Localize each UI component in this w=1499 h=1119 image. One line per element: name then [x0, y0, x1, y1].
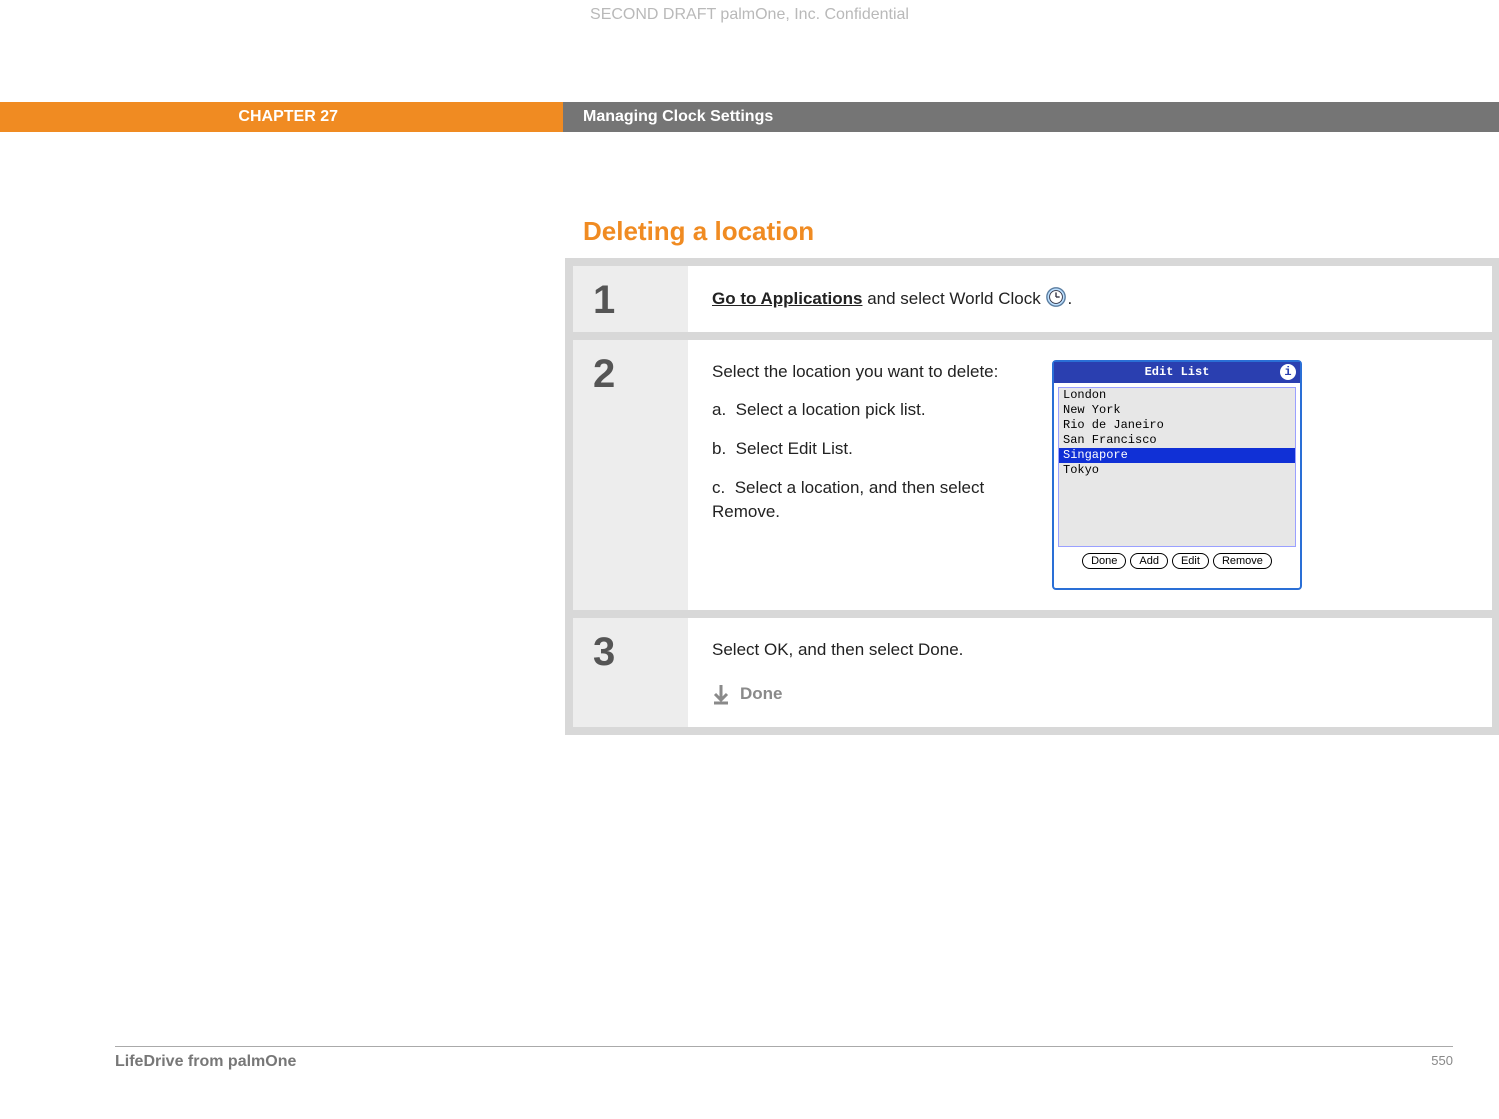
sub-b-label: b. — [712, 439, 726, 458]
step2-intro: Select the location you want to delete: — [712, 360, 1012, 385]
list-item[interactable]: San Francisco — [1059, 433, 1295, 448]
remove-button[interactable]: Remove — [1213, 553, 1272, 569]
step-number: 3 — [573, 618, 688, 727]
step-body: Select the location you want to delete: … — [688, 340, 1492, 610]
sub-c-label: c. — [712, 478, 725, 497]
done-indicator: Done — [712, 682, 1468, 707]
edit-button[interactable]: Edit — [1172, 553, 1209, 569]
list-item[interactable]: London — [1059, 388, 1295, 403]
step-row: 2 Select the location you want to delete… — [573, 340, 1492, 610]
world-clock-icon — [1045, 286, 1067, 308]
sub-c-text: Select a location, and then select Remov… — [712, 478, 984, 522]
device-list: London New York Rio de Janeiro San Franc… — [1058, 387, 1296, 547]
sub-b-text: Select Edit List. — [736, 439, 853, 458]
step1-text: and select World Clock — [862, 289, 1045, 308]
step1-period: . — [1067, 289, 1072, 308]
sub-a-label: a. — [712, 400, 726, 419]
down-arrow-icon — [712, 685, 730, 705]
info-icon[interactable]: i — [1280, 364, 1296, 380]
step-row: 1 Go to Applications and select World Cl… — [573, 266, 1492, 332]
add-button[interactable]: Add — [1130, 553, 1168, 569]
done-button[interactable]: Done — [1082, 553, 1126, 569]
list-item[interactable]: Rio de Janeiro — [1059, 418, 1295, 433]
step3-text: Select OK, and then select Done. — [712, 638, 1468, 663]
list-item[interactable]: Tokyo — [1059, 463, 1295, 478]
device-screenshot: Edit List i London New York Rio de Janei… — [1052, 360, 1302, 590]
sub-a-text: Select a location pick list. — [736, 400, 926, 419]
chapter-bar: CHAPTER 27 Managing Clock Settings — [0, 102, 1499, 132]
steps-container: 1 Go to Applications and select World Cl… — [565, 258, 1499, 735]
section-heading: Deleting a location — [583, 216, 814, 247]
chapter-title: Managing Clock Settings — [563, 102, 1499, 132]
confidential-header: SECOND DRAFT palmOne, Inc. Confidential — [0, 6, 1499, 24]
device-title: Edit List — [1145, 365, 1210, 379]
footer-product: LifeDrive from palmOne — [115, 1053, 296, 1071]
step-number: 1 — [573, 266, 688, 332]
device-button-row: Done Add Edit Remove — [1054, 551, 1300, 573]
step-row: 3 Select OK, and then select Done. Done — [573, 618, 1492, 727]
chapter-number: CHAPTER 27 — [0, 102, 563, 132]
footer: LifeDrive from palmOne 550 — [115, 1046, 1453, 1071]
go-to-applications-link[interactable]: Go to Applications — [712, 289, 862, 308]
list-item[interactable]: New York — [1059, 403, 1295, 418]
done-label: Done — [740, 682, 783, 707]
page-number: 550 — [1431, 1053, 1453, 1071]
step-body: Go to Applications and select World Cloc… — [688, 266, 1492, 332]
list-item-selected[interactable]: Singapore — [1059, 448, 1295, 463]
device-titlebar: Edit List i — [1054, 362, 1300, 383]
step-number: 2 — [573, 340, 688, 610]
step-body: Select OK, and then select Done. Done — [688, 618, 1492, 727]
